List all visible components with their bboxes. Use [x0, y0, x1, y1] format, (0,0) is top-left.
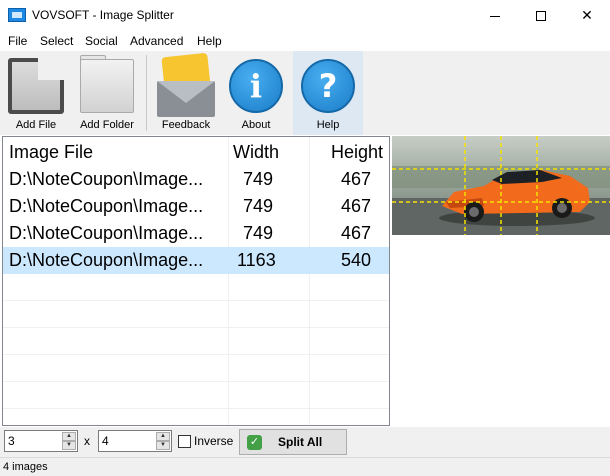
times-label: x	[84, 434, 90, 448]
image-preview	[392, 136, 610, 235]
help-button[interactable]: ? Help	[293, 51, 363, 135]
maximize-button[interactable]	[518, 0, 564, 31]
width-cell: 749	[243, 196, 274, 216]
column-header-height[interactable]: Height	[331, 142, 383, 163]
row-divider	[3, 381, 389, 382]
folder-icon	[80, 59, 134, 113]
close-button[interactable]: ✕	[564, 0, 610, 31]
add-folder-label: Add Folder	[80, 119, 134, 131]
car-preview-image	[392, 136, 610, 235]
file-path-cell: D:\NoteCoupon\Image...	[9, 250, 204, 270]
rows-spin-input[interactable]: 3 ▲ ▼	[4, 430, 78, 452]
minimize-button[interactable]	[472, 0, 518, 31]
table-row[interactable]: D:\NoteCoupon\Image... 749 467	[3, 166, 389, 193]
row-divider	[3, 354, 389, 355]
minimize-icon	[490, 15, 500, 17]
file-path-cell: D:\NoteCoupon\Image...	[9, 223, 204, 243]
height-cell: 467	[341, 169, 372, 189]
menu-help[interactable]: Help	[197, 34, 222, 48]
menu-file[interactable]: File	[8, 34, 27, 48]
columns-decrement-arrow-icon[interactable]: ▼	[156, 441, 170, 450]
width-cell: 1163	[237, 250, 276, 270]
checkmark-icon: ✓	[247, 435, 262, 450]
split-controls-bar: 3 ▲ ▼ x 4 ▲ ▼ Inverse ✓ Split All	[0, 427, 610, 457]
page-fold-shape	[38, 54, 64, 80]
split-all-button[interactable]: ✓ Split All	[239, 429, 347, 455]
app-icon	[8, 8, 26, 22]
row-divider	[3, 408, 389, 409]
menu-social[interactable]: Social	[85, 34, 118, 48]
width-cell: 749	[243, 169, 274, 189]
add-file-button[interactable]: Add File	[0, 51, 72, 135]
file-path-cell: D:\NoteCoupon\Image...	[9, 196, 204, 216]
rows-decrement-arrow-icon[interactable]: ▼	[62, 441, 76, 450]
rows-increment-arrow-icon[interactable]: ▲	[62, 432, 76, 441]
column-header-image-file[interactable]: Image File	[9, 142, 93, 163]
close-icon: ✕	[581, 7, 593, 23]
toolbar: Add File Add Folder Feedback i About ? H…	[0, 51, 610, 135]
info-icon: i	[229, 59, 283, 113]
status-bar: 4 images	[0, 457, 610, 476]
height-cell: 540	[341, 250, 372, 270]
width-cell: 749	[243, 223, 274, 243]
table-row[interactable]: D:\NoteCoupon\Image... 749 467	[3, 193, 389, 220]
title-bar: VOVSOFT - Image Splitter ✕	[0, 0, 610, 31]
inverse-label[interactable]: Inverse	[194, 434, 233, 448]
columns-increment-arrow-icon[interactable]: ▲	[156, 432, 170, 441]
menu-select[interactable]: Select	[40, 34, 73, 48]
maximize-icon	[536, 11, 546, 22]
table-row[interactable]: D:\NoteCoupon\Image... 749 467	[3, 220, 389, 247]
feedback-label: Feedback	[161, 119, 211, 131]
image-file-list[interactable]: Image File Width Height D:\NoteCoupon\Im…	[2, 136, 390, 426]
help-icon: ?	[301, 59, 355, 113]
image-count-status: 4 images	[3, 461, 48, 473]
columns-spin-input[interactable]: 4 ▲ ▼	[98, 430, 172, 452]
split-all-label: Split All	[278, 435, 323, 449]
add-file-label: Add File	[15, 119, 57, 131]
about-button[interactable]: i About	[222, 51, 290, 135]
toolbar-separator	[146, 55, 147, 131]
inverse-checkbox[interactable]	[178, 435, 191, 448]
height-cell: 467	[341, 223, 372, 243]
row-divider	[3, 300, 389, 301]
about-label: About	[241, 119, 271, 131]
menu-advanced[interactable]: Advanced	[130, 34, 183, 48]
window-title: VOVSOFT - Image Splitter	[32, 8, 174, 22]
feedback-button[interactable]: Feedback	[150, 51, 222, 135]
menu-bar: File Select Social Advanced Help	[0, 31, 610, 51]
help-label: Help	[316, 119, 340, 131]
height-cell: 467	[341, 196, 372, 216]
columns-value[interactable]: 4	[102, 434, 109, 448]
add-folder-button[interactable]: Add Folder	[72, 51, 142, 135]
envelope-flap-shape	[157, 81, 215, 103]
rows-value[interactable]: 3	[8, 434, 15, 448]
table-row-selected[interactable]: D:\NoteCoupon\Image... 1163 540	[3, 247, 389, 274]
list-header: Image File Width Height	[3, 137, 389, 167]
column-header-width[interactable]: Width	[233, 142, 279, 163]
file-path-cell: D:\NoteCoupon\Image...	[9, 169, 204, 189]
row-divider	[3, 327, 389, 328]
